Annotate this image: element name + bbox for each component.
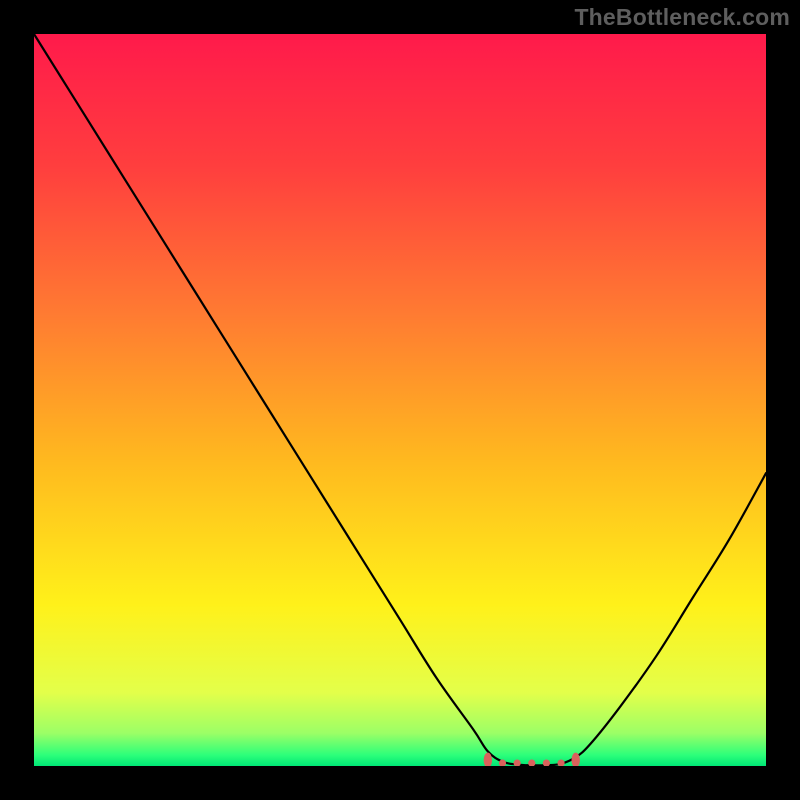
- bottleneck-curve-chart: [34, 34, 766, 766]
- chart-frame: TheBottleneck.com: [0, 0, 800, 800]
- attribution-text: TheBottleneck.com: [574, 4, 790, 31]
